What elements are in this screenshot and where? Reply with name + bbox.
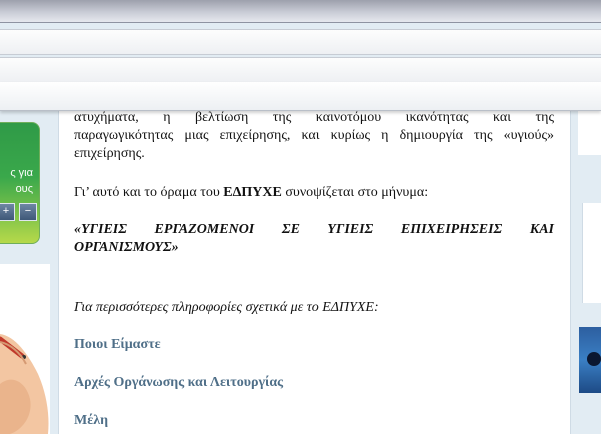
paragraph-intro-line3: επιχείρησης.	[74, 146, 145, 161]
more-info-text: Για περισσότερες πληροφορίες σχετικά με …	[74, 300, 379, 315]
hand-pen-illustration	[0, 334, 49, 434]
image-dot	[587, 352, 601, 366]
paragraph-intro-line1: ατυχήματα, η βελτίωση της καινοτόμου ικα…	[74, 110, 554, 125]
font-decrease-button[interactable]: −	[19, 203, 37, 221]
paragraph-vision: Γι’ αυτό και το όραμα του ΕΔΠΥΧΕ συνοψίζ…	[74, 184, 554, 202]
browser-address-bar[interactable]	[0, 57, 601, 83]
link-organization-principles[interactable]: Αρχές Οργάνωσης και Λειτουργίας	[74, 375, 283, 391]
vision-slogan: «ΥΓΙΕΙΣ ΕΡΓΑΖΟΜΕΝΟΙ ΣΕ ΥΓΙΕΙΣ ΕΠΙΧΕΙΡΗΣΕ…	[74, 222, 554, 255]
font-size-widget: ς για ους + −	[0, 122, 40, 244]
widget-text-line2: ους	[15, 183, 33, 195]
right-sidebar-image[interactable]	[579, 327, 601, 393]
link-who-we-are[interactable]: Ποιοι Είμαστε	[74, 337, 161, 353]
widget-text-line1: ς για	[10, 167, 33, 179]
vision-text-before: Γι’ αυτό και το όραμα του	[74, 185, 224, 200]
paragraph-intro-line2: παραγωγικότητας μιας επιχείρησης, και κυ…	[74, 128, 554, 143]
vision-org-name: ΕΔΠΥΧΕ	[223, 185, 282, 200]
browser-title-bar	[0, 0, 601, 23]
hand-pen-image	[0, 264, 50, 434]
right-sidebar-panel	[582, 203, 601, 303]
browser-toolbar	[0, 29, 601, 55]
paragraph-intro: ατυχήματα, η βελτίωση της καινοτόμου ικα…	[74, 109, 554, 163]
vision-text-after: συνοψίζεται στο μήνυμα:	[281, 185, 429, 200]
font-increase-button[interactable]: +	[0, 203, 15, 221]
link-members[interactable]: Μέλη	[74, 413, 108, 429]
browser-bookmarks-bar	[0, 82, 601, 111]
right-sidebar-box	[578, 110, 601, 155]
